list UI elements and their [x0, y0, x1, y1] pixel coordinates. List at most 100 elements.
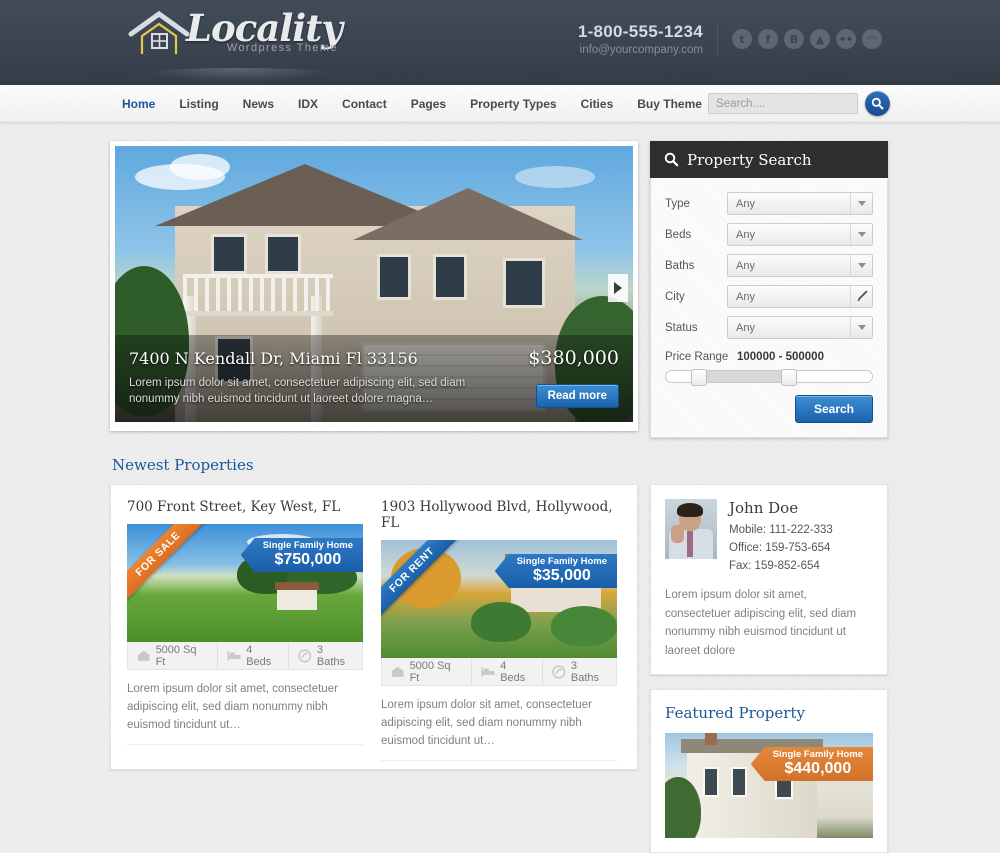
house-icon: [137, 650, 150, 661]
social-links: t f B ▲ •• ◠: [732, 29, 882, 49]
logo-wordmark: Locality: [186, 5, 343, 50]
field-city: City Any: [665, 285, 873, 308]
price-range-row: Price Range 100000 - 500000: [665, 351, 873, 363]
logo-tagline: Wordpress Theme: [226, 42, 338, 54]
property-search-title: Property Search: [687, 150, 812, 169]
feature-beds: 4 Beds: [216, 642, 289, 669]
newest-properties-panel: 700 Front Street, Key West, FL FOR SALE …: [110, 484, 638, 771]
location-pin-icon: [850, 286, 872, 307]
field-baths: Baths Any: [665, 254, 873, 277]
chevron-down-icon: [850, 255, 872, 276]
nav-item-news[interactable]: News: [231, 85, 286, 123]
field-city-label: City: [665, 290, 685, 303]
price-range-handle-max[interactable]: [781, 369, 798, 386]
dropbox-icon[interactable]: ▲: [810, 29, 830, 49]
read-more-button[interactable]: Read more: [535, 384, 619, 408]
field-beds-label: Beds: [665, 228, 692, 241]
feature-sqft: 5000 Sq Ft: [382, 658, 471, 685]
house-logo-icon: [128, 10, 190, 56]
search-submit-button[interactable]: [865, 91, 890, 116]
agent-fax: Fax: 159-852-654: [729, 559, 820, 572]
field-type: Type Any: [665, 192, 873, 215]
price-range-handle-min[interactable]: [690, 369, 707, 386]
status-ribbon: FOR SALE: [127, 524, 212, 608]
property-type: Single Family Home: [262, 539, 353, 551]
beds-select[interactable]: Any: [727, 223, 873, 246]
featured-property-card: Featured Property Single Family Home $44…: [650, 689, 888, 853]
nav-item-property-types[interactable]: Property Types: [458, 85, 568, 123]
baths-select[interactable]: Any: [727, 254, 873, 277]
shower-icon: [552, 664, 566, 679]
feature-baths: 3 Baths: [288, 642, 362, 669]
search-icon: [871, 97, 884, 110]
featured-slider: 7400 N Kendall Dr, Miami Fl 33156 $380,0…: [110, 141, 638, 431]
header-contact: 1-800-555-1234 info@yourcompany.com: [578, 22, 718, 56]
city-select[interactable]: Any: [727, 285, 873, 308]
search-input[interactable]: [708, 93, 858, 114]
logo-swoosh: [138, 68, 338, 82]
status-select[interactable]: Any: [727, 316, 873, 339]
flickr-icon[interactable]: ••: [836, 29, 856, 49]
chevron-down-icon: [850, 193, 872, 214]
bed-icon: [227, 650, 241, 661]
facebook-icon[interactable]: f: [758, 29, 778, 49]
nav-item-cities[interactable]: Cities: [569, 85, 626, 123]
bed-icon: [481, 666, 495, 677]
price-ribbon: Single Family Home $35,000: [494, 554, 617, 588]
price-ribbon: Single Family Home $750,000: [240, 538, 363, 572]
email-address: info@yourcompany.com: [579, 44, 703, 56]
property-description: Lorem ipsum dolor sit amet, consectetuer…: [381, 697, 617, 762]
feature-beds: 4 Beds: [470, 658, 543, 685]
sidebar: John Doe Mobile: 111-222-333 Office: 159…: [650, 484, 888, 853]
nav-item-buy-theme[interactable]: Buy Theme: [625, 85, 714, 123]
property-price: $750,000: [274, 551, 342, 569]
agent-card: John Doe Mobile: 111-222-333 Office: 159…: [650, 484, 888, 675]
slider-next-button[interactable]: [608, 274, 628, 302]
agent-avatar: [665, 499, 717, 559]
property-image: FOR SALE Single Family Home $750,000: [127, 524, 363, 642]
price-range-fill: [701, 371, 790, 382]
site-header: Locality Wordpress Theme 1-800-555-1234 …: [0, 0, 1000, 85]
status-select-value: Any: [736, 321, 755, 334]
price-range-value: 100000 - 500000: [737, 351, 824, 363]
property-address: 700 Front Street, Key West, FL: [127, 499, 341, 515]
city-select-value: Any: [736, 290, 755, 303]
nav-item-idx[interactable]: IDX: [286, 85, 330, 123]
price-range-label: Price Range: [665, 351, 729, 363]
slide-price: $380,000: [528, 346, 619, 369]
house-icon: [391, 666, 404, 677]
featured-image[interactable]: Single Family Home $440,000: [665, 733, 873, 838]
field-type-label: Type: [665, 197, 690, 210]
phone-number: 1-800-555-1234: [577, 22, 703, 41]
property-features: 5000 Sq Ft 4 Beds 3 Baths: [381, 658, 617, 686]
agent-name: John Doe: [729, 499, 799, 517]
slide-address: 7400 N Kendall Dr, Miami Fl 33156: [129, 348, 418, 368]
field-status: Status Any: [665, 316, 873, 339]
slide-description: Lorem ipsum dolor sit amet, consectetuer…: [129, 376, 466, 406]
site-logo[interactable]: Locality Wordpress Theme: [128, 5, 343, 82]
property-search-submit[interactable]: Search: [794, 395, 873, 423]
type-select-value: Any: [736, 197, 755, 210]
twitter-icon[interactable]: t: [732, 29, 752, 49]
price-ribbon: Single Family Home $440,000: [750, 747, 873, 781]
rss-icon[interactable]: ◠: [862, 29, 882, 49]
agent-bio: Lorem ipsum dolor sit amet, consectetuer…: [665, 589, 857, 657]
feature-sqft: 5000 Sq Ft: [128, 642, 217, 669]
nav-item-home[interactable]: Home: [110, 85, 167, 123]
price-range-slider[interactable]: [665, 369, 873, 386]
nav-item-pages[interactable]: Pages: [399, 85, 458, 123]
field-beds: Beds Any: [665, 223, 873, 246]
featured-price: $440,000: [784, 760, 852, 778]
property-card[interactable]: 1903 Hollywood Blvd, Hollywood, FL FOR R…: [381, 499, 617, 762]
section-title-newest: Newest Properties: [112, 456, 254, 474]
feature-baths-label: 3 Baths: [570, 659, 600, 684]
blogger-icon[interactable]: B: [784, 29, 804, 49]
beds-select-value: Any: [736, 228, 755, 241]
feature-sqft-label: 5000 Sq Ft: [155, 643, 197, 668]
agent-office: Office: 159-753-654: [729, 541, 831, 554]
property-card[interactable]: 700 Front Street, Key West, FL FOR SALE …: [127, 499, 363, 761]
type-select[interactable]: Any: [727, 192, 873, 215]
nav-item-listing[interactable]: Listing: [167, 85, 230, 123]
search-icon: [664, 152, 679, 167]
nav-item-contact[interactable]: Contact: [330, 85, 399, 123]
